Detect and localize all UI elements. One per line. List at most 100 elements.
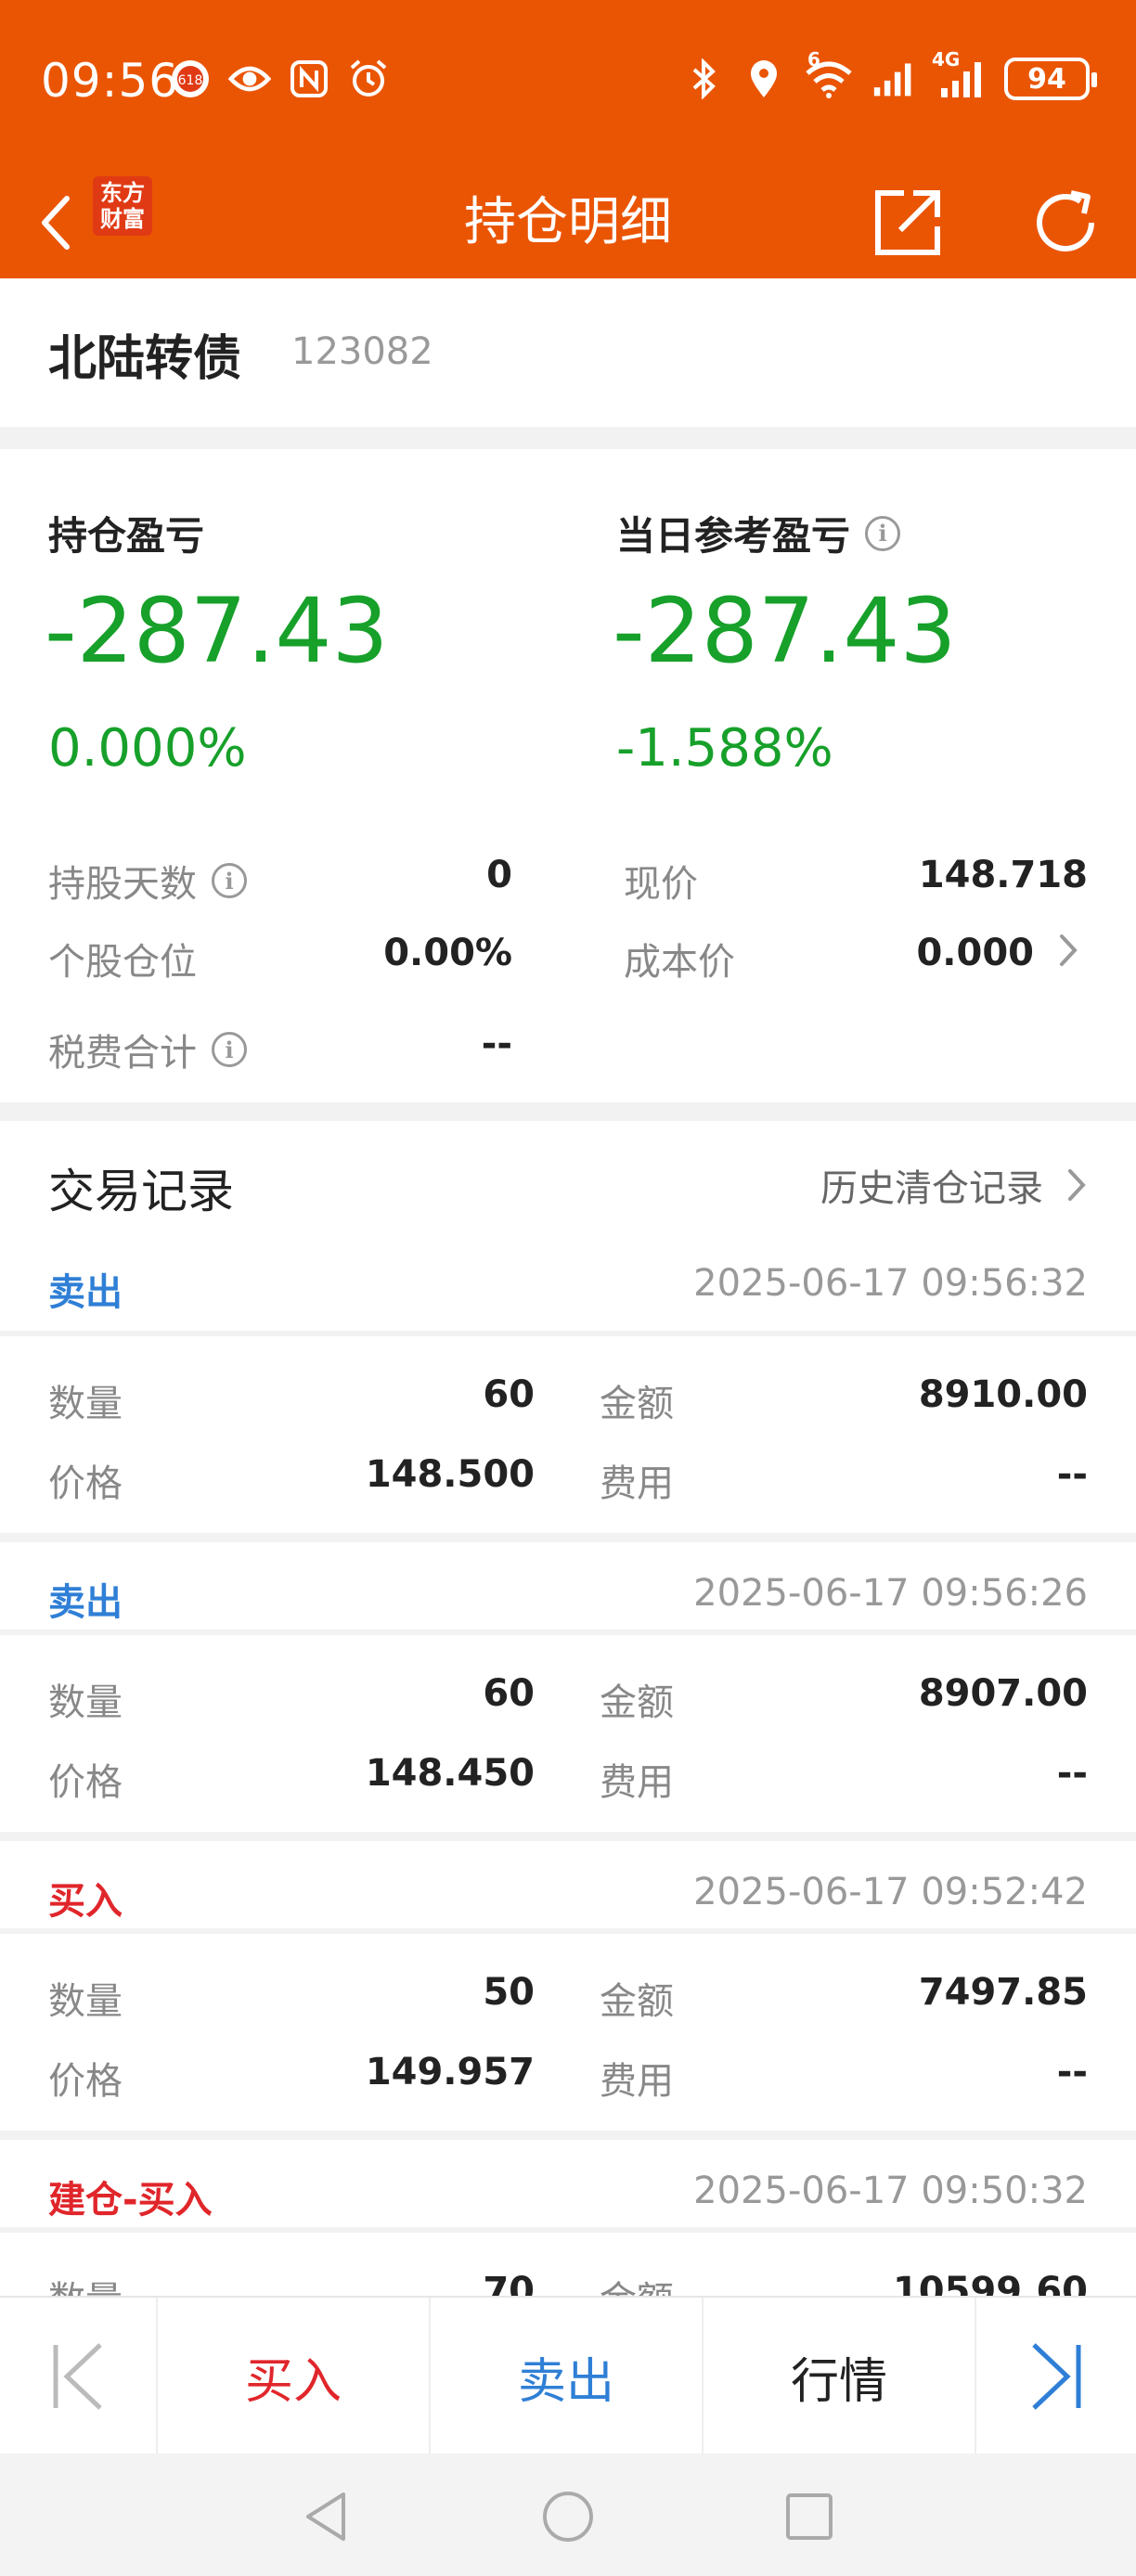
holding-days-label: 持股天数	[48, 863, 197, 906]
cost-price-value[interactable]: 0.000	[916, 932, 1034, 974]
daily-pnl-pct: -1.588%	[616, 718, 833, 779]
square-recents-icon	[786, 2493, 833, 2540]
refresh-icon	[1037, 190, 1094, 251]
info-icon[interactable]: i	[212, 863, 247, 898]
holding-pnl-label: 持仓盈亏	[48, 513, 205, 559]
qty-label: 数量	[48, 1980, 123, 2023]
current-price-label: 现价	[624, 863, 698, 906]
price-value: 148.450	[365, 1752, 535, 1795]
history-clearance-link[interactable]: 历史清仓记录	[820, 1158, 1088, 1212]
share-button[interactable]	[863, 167, 952, 278]
trade-record-header[interactable]: 买入 2025-06-17 09:52:42	[0, 1841, 1136, 1939]
qty-label: 数量	[48, 2270, 123, 2296]
trade-record-header[interactable]: 卖出 2025-06-17 09:56:32	[0, 1232, 1136, 1331]
trade-record-body: 数量 70 金额 10599.60	[0, 2233, 1136, 2296]
fee-label: 费用	[600, 1462, 674, 1505]
stock-name: 北陆转债	[48, 331, 242, 387]
cost-price-label[interactable]: 成本价	[624, 932, 735, 985]
network-type: 4G	[932, 48, 961, 71]
history-link-label: 历史清仓记录	[820, 1167, 1043, 1210]
share-icon	[875, 190, 940, 255]
status-left-icons: 618	[169, 58, 390, 100]
amount-label: 金额	[600, 1681, 674, 1724]
tax-fee-label-group: 税费合计 i	[48, 1023, 247, 1076]
price-label: 价格	[48, 1761, 123, 1804]
nav-bar: 持仓明细	[0, 167, 1136, 278]
trade-record-body: 数量 60 金额 8907.00 价格 148.450 费用 --	[0, 1635, 1136, 1832]
price-value: 148.500	[365, 1453, 535, 1496]
sell-button[interactable]: 卖出	[431, 2298, 704, 2455]
qty-value: 70	[483, 2270, 535, 2296]
trade-record-header[interactable]: 建仓-买入 2025-06-17 09:50:32	[0, 2140, 1136, 2238]
system-nav-bar	[0, 2454, 1136, 2576]
price-value: 149.957	[365, 2051, 535, 2093]
page-title: 持仓明细	[464, 192, 672, 252]
back-button[interactable]	[19, 184, 93, 262]
trade-type: 买入	[48, 1880, 123, 1923]
amount-value: 8907.00	[918, 1672, 1088, 1715]
qty-value: 60	[483, 1672, 535, 1715]
brand-line1: 东方	[100, 180, 145, 206]
nav-recents-button[interactable]	[772, 2479, 846, 2554]
trades-panel: 交易记录 历史清仓记录 卖出 2025-06-17 09:56:32 数量 60…	[0, 1121, 1136, 2296]
chevron-right-icon[interactable]	[1054, 932, 1082, 969]
fee-label: 费用	[600, 2060, 674, 2103]
status-bar: 09:56 618 6 4G 94	[0, 0, 1136, 167]
info-icon[interactable]: i	[865, 515, 901, 551]
qty-value: 60	[483, 1373, 535, 1416]
amount-label: 金额	[600, 1980, 674, 2023]
circle-home-icon	[543, 2492, 593, 2542]
triangle-back-icon	[306, 2492, 345, 2541]
stock-header: 北陆转债 123082	[0, 278, 1136, 427]
nav-back-button[interactable]	[290, 2479, 364, 2554]
trade-time: 2025-06-17 09:56:32	[693, 1262, 1088, 1305]
position-ratio-label: 个股仓位	[48, 941, 197, 984]
price-label: 价格	[48, 2060, 123, 2103]
amount-label: 金额	[600, 1383, 674, 1425]
status-time: 09:56	[41, 54, 180, 108]
qty-value: 50	[483, 1971, 535, 2014]
quote-button[interactable]: 行情	[704, 2298, 976, 2455]
signal-4g-icon: 4G	[932, 48, 988, 100]
tax-fee-label: 税费合计	[48, 1032, 197, 1075]
first-page-button[interactable]	[0, 2298, 158, 2455]
app-notification-icon: 618	[169, 58, 212, 100]
amount-value: 7497.85	[918, 1971, 1088, 2014]
brand-line2: 财富	[100, 206, 145, 232]
fee-value: --	[1056, 1453, 1088, 1496]
trade-time: 2025-06-17 09:50:32	[693, 2170, 1088, 2212]
last-page-button[interactable]	[976, 2298, 1136, 2455]
holding-days-label-group: 持股天数 i	[48, 854, 247, 908]
trade-record-body: 数量 60 金额 8910.00 价格 148.500 费用 --	[0, 1336, 1136, 1533]
qty-label: 数量	[48, 1383, 123, 1425]
info-icon[interactable]: i	[212, 1032, 247, 1067]
bluetooth-icon	[683, 58, 726, 100]
trade-type: 卖出	[48, 1581, 123, 1624]
battery-level: 94	[1027, 62, 1066, 96]
svg-text:618: 618	[178, 73, 203, 88]
stock-code: 123082	[291, 330, 433, 373]
skip-last-icon	[1032, 2343, 1081, 2410]
holding-pnl-value: -287.43	[45, 579, 389, 683]
wifi-icon: 6	[802, 48, 856, 100]
fee-value: --	[1056, 1752, 1088, 1795]
holding-pnl-pct: 0.000%	[48, 718, 247, 779]
divider	[0, 1533, 1136, 1542]
trades-title: 交易记录	[48, 1165, 234, 1218]
skip-first-icon	[53, 2343, 102, 2410]
signal-icon	[872, 58, 915, 100]
trade-record-body: 数量 50 金额 7497.85 价格 149.957 费用 --	[0, 1934, 1136, 2131]
tax-fee-value: --	[481, 1023, 512, 1065]
refresh-button[interactable]	[1021, 167, 1110, 278]
divider	[0, 1832, 1136, 1841]
price-label: 价格	[48, 1462, 123, 1505]
battery-icon: 94	[1004, 58, 1097, 100]
bottom-action-bar: 买入 卖出 行情	[0, 2296, 1136, 2455]
trade-record-header[interactable]: 卖出 2025-06-17 09:56:26	[0, 1542, 1136, 1641]
nav-home-button[interactable]	[531, 2479, 605, 2554]
buy-button[interactable]: 买入	[158, 2298, 431, 2455]
trade-type: 建仓-买入	[48, 2179, 213, 2222]
wifi-badge: 6	[807, 48, 820, 71]
qty-label: 数量	[48, 1681, 123, 1724]
daily-pnl-label-group: 当日参考盈亏 i	[616, 505, 901, 561]
